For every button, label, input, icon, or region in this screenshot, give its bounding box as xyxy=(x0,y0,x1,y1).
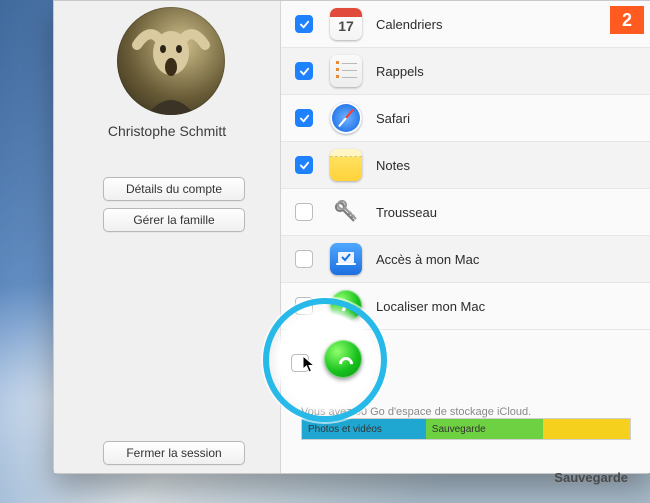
icloud-prefs-window: Christophe Schmitt Détails du compte Gér… xyxy=(53,0,650,474)
sign-out-label: Fermer la session xyxy=(126,446,221,460)
storage-seg-other xyxy=(543,419,630,439)
calendars-icon xyxy=(330,8,362,40)
btmm-icon xyxy=(330,243,362,275)
manage-family-button[interactable]: Gérer la famille xyxy=(103,208,245,232)
service-label-calendars: Calendriers xyxy=(376,17,442,32)
service-checkbox-btmm[interactable] xyxy=(295,250,313,268)
account-pane: Christophe Schmitt Détails du compte Gér… xyxy=(54,1,280,473)
storage-text: Vous avez 50 Go d'espace de stockage iCl… xyxy=(301,406,531,418)
user-name: Christophe Schmitt xyxy=(54,123,280,139)
services-list: Calendriers Rappels Safari Notes Trousseau Ac… xyxy=(281,1,650,386)
storage-bar: Photos et vidéos Sauvegarde xyxy=(301,418,631,440)
service-checkbox-fmm[interactable] xyxy=(295,297,313,315)
notes-icon xyxy=(330,149,362,181)
service-label-fmm: Localiser mon Mac xyxy=(376,299,485,314)
service-row-btmm: Accès à mon Mac xyxy=(281,236,650,283)
service-label-notes: Notes xyxy=(376,158,410,173)
avatar xyxy=(117,7,225,115)
storage-seg-photos: Photos et vidéos xyxy=(302,419,426,439)
callout-label: Sauvegarde xyxy=(554,470,628,485)
storage-seg-backup: Sauvegarde xyxy=(426,419,544,439)
keychain-icon xyxy=(330,196,362,228)
safari-icon xyxy=(330,102,362,134)
storage-seg-photos-label: Photos et vidéos xyxy=(308,424,382,435)
cursor-icon xyxy=(302,355,320,373)
service-row-keychain: Trousseau xyxy=(281,189,650,236)
service-checkbox-reminders[interactable] xyxy=(295,62,313,80)
sign-out-button[interactable]: Fermer la session xyxy=(103,441,245,465)
service-label-keychain: Trousseau xyxy=(376,205,437,220)
service-row-fmm: Localiser mon Mac xyxy=(281,283,650,330)
service-label-safari: Safari xyxy=(376,111,410,126)
reminders-icon xyxy=(330,55,362,87)
fmm-icon xyxy=(330,290,362,322)
step-badge-number: 2 xyxy=(622,10,632,31)
service-row-calendars: Calendriers xyxy=(281,1,650,48)
account-details-label: Détails du compte xyxy=(126,182,222,196)
service-label-btmm: Accès à mon Mac xyxy=(376,252,479,267)
service-checkbox-notes[interactable] xyxy=(295,156,313,174)
service-label-reminders: Rappels xyxy=(376,64,424,79)
service-checkbox-calendars[interactable] xyxy=(295,15,313,33)
account-details-button[interactable]: Détails du compte xyxy=(103,177,245,201)
step-badge: 2 xyxy=(610,6,644,34)
services-pane: Calendriers Rappels Safari Notes Trousseau Ac… xyxy=(280,1,650,473)
service-row-reminders: Rappels xyxy=(281,48,650,95)
service-row-notes: Notes xyxy=(281,142,650,189)
service-checkbox-keychain[interactable] xyxy=(295,203,313,221)
manage-family-label: Gérer la famille xyxy=(133,213,214,227)
service-row-safari: Safari xyxy=(281,95,650,142)
service-checkbox-safari[interactable] xyxy=(295,109,313,127)
storage-seg-backup-label: Sauvegarde xyxy=(432,424,486,435)
